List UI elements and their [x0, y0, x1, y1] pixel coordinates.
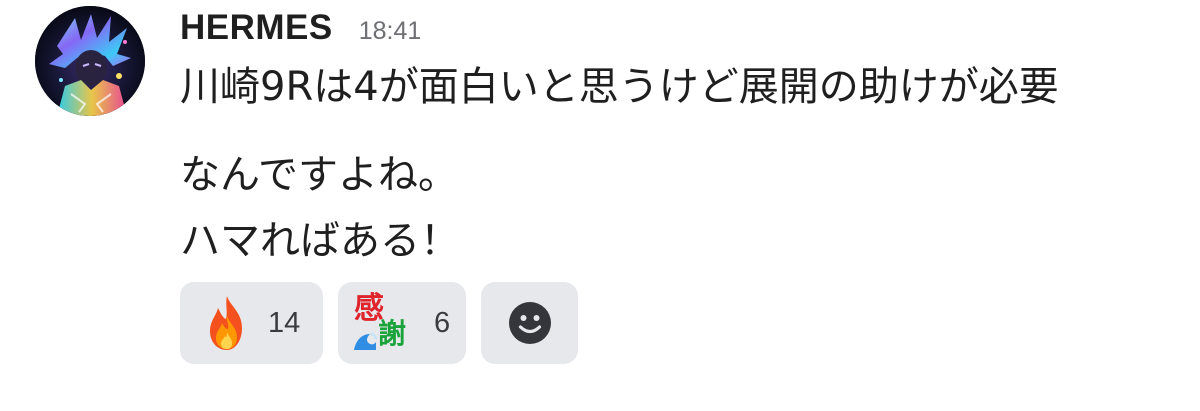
timestamp: 18:41 [358, 17, 422, 45]
fire-emoji-icon [210, 296, 242, 350]
kansha-char-2: 謝 [378, 317, 407, 350]
reaction-thanks-button[interactable]: 感 謝 6 [338, 282, 466, 364]
reactions-bar: 14 感 謝 6 [180, 282, 578, 364]
reaction-count: 14 [268, 306, 301, 339]
add-reaction-button[interactable] [481, 282, 578, 364]
reaction-count: 6 [434, 306, 451, 339]
smiley-icon [508, 302, 551, 344]
reaction-fire-button[interactable]: 14 [180, 282, 323, 364]
message-header: HERMES 18:41 [180, 8, 421, 52]
kansha-emoji-icon: 感 謝 [352, 294, 408, 352]
avatar-image [35, 6, 145, 116]
username[interactable]: HERMES [180, 8, 333, 48]
wave-icon [354, 333, 377, 350]
chat-message: HERMES 18:41 川崎9Rは4が面白いと思うけど展開の助けが必要 なんで… [0, 0, 1200, 411]
avatar[interactable] [35, 6, 145, 116]
message-text-line: 川崎9Rは4が面白いと思うけど展開の助けが必要 [180, 64, 1059, 110]
message-text-line: ハマればある！ [180, 218, 460, 264]
message-text-line: なんですよね。 [180, 152, 458, 198]
